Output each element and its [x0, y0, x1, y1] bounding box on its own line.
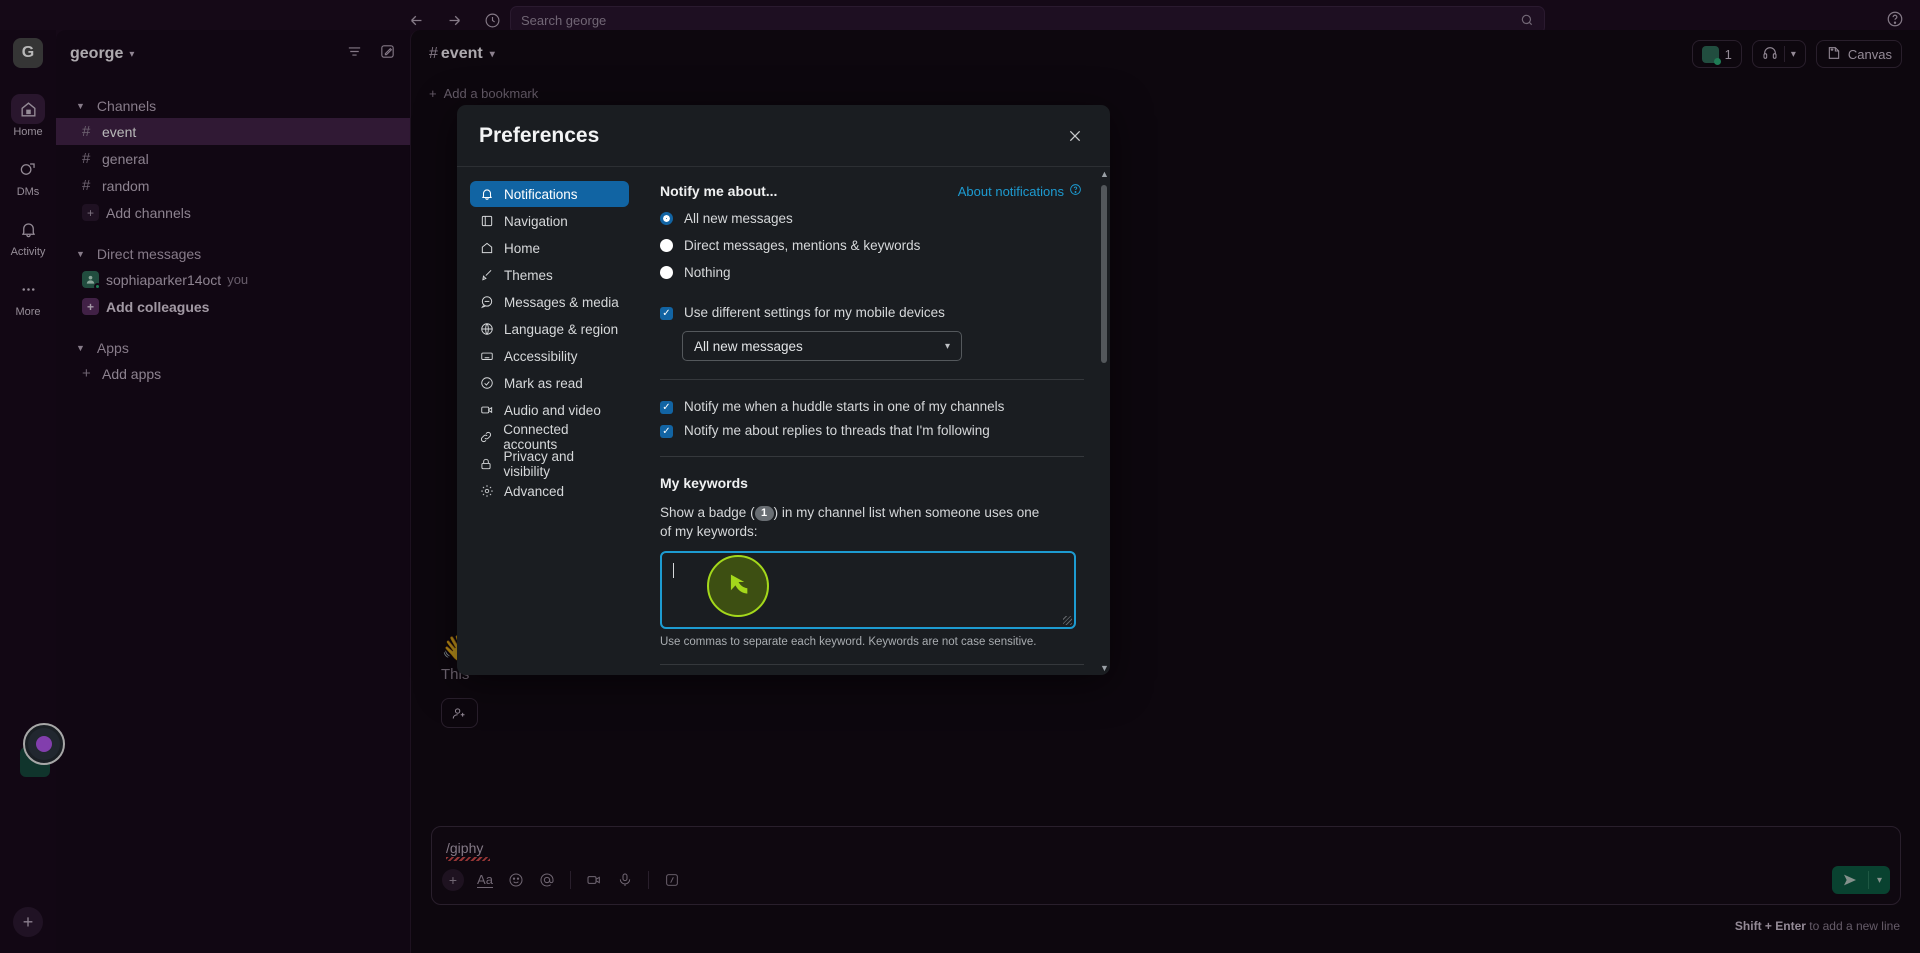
select-value: All new messages	[694, 338, 803, 354]
radio-button	[660, 212, 673, 225]
checkbox-mobile-settings[interactable]: ✓ Use different settings for my mobile d…	[660, 305, 1084, 320]
pref-item-language-region[interactable]: Language & region	[470, 316, 629, 342]
pref-item-label: Themes	[504, 267, 553, 283]
pref-item-label: Language & region	[504, 321, 619, 337]
pref-item-label: Connected accounts	[503, 422, 569, 452]
preferences-nav: Notifications Navigation Home Themes Mes…	[457, 167, 642, 675]
slack-app-window: Search george G Home DMs Activity More +…	[0, 0, 1920, 953]
radio-button	[660, 239, 673, 252]
pref-item-messages-media[interactable]: Messages & media	[470, 289, 629, 315]
pref-item-navigation[interactable]: Navigation	[470, 208, 629, 234]
mobile-notification-select[interactable]: All new messages ▾	[682, 331, 962, 361]
pref-item-audio-video[interactable]: Audio and video	[470, 397, 629, 423]
modal-scrollbar[interactable]: ▲ ▼	[1100, 169, 1109, 673]
pref-item-label: Advanced	[504, 483, 565, 499]
pref-item-privacy-visibility[interactable]: Privacy and visibility	[470, 449, 629, 479]
globe-icon	[479, 322, 494, 337]
pref-item-label: Home	[504, 240, 541, 256]
pref-item-mark-as-read[interactable]: Mark as read	[470, 370, 629, 396]
message-icon	[479, 295, 494, 310]
chevron-down-icon: ▾	[944, 340, 950, 352]
check-circle-icon	[479, 376, 494, 391]
home-icon	[479, 241, 494, 256]
checkbox-thread-replies-notify[interactable]: ✓ Notify me about replies to threads tha…	[660, 423, 1084, 438]
about-notifications-label: About notifications	[957, 183, 1064, 199]
modal-header: Preferences	[457, 105, 1110, 167]
page-title: Preferences	[479, 123, 600, 147]
navigation-icon	[479, 214, 494, 229]
my-keywords-title: My keywords	[660, 475, 748, 491]
radio-label: Direct messages, mentions & keywords	[684, 238, 921, 253]
pref-item-label: Audio and video	[504, 402, 601, 418]
checkmark-icon: ✓	[660, 425, 673, 438]
close-icon[interactable]	[1062, 123, 1088, 149]
checkmark-icon: ✓	[660, 307, 673, 320]
radio-dms-mentions-keywords[interactable]: Direct messages, mentions & keywords	[660, 238, 1084, 253]
caret-down-icon[interactable]: ▼	[1100, 663, 1109, 673]
checkmark-icon: ✓	[660, 401, 673, 414]
my-keywords-description: Show a badge (1) in my channel list when…	[660, 503, 1050, 541]
radio-label: Nothing	[684, 265, 731, 280]
preferences-modal: Preferences Notifications Navigation Hom…	[457, 105, 1110, 675]
caret-up-icon[interactable]: ▲	[1100, 169, 1109, 179]
pref-item-label: Navigation	[504, 213, 568, 229]
pref-item-label: Notifications	[504, 186, 578, 202]
pref-item-connected-accounts[interactable]: Connected accounts	[470, 422, 629, 452]
bell-icon	[479, 187, 494, 202]
checkbox-label: Notify me when a huddle starts in one of…	[684, 399, 1005, 414]
modal-body: Notifications Navigation Home Themes Mes…	[457, 167, 1110, 675]
gear-icon	[479, 484, 494, 499]
radio-nothing[interactable]: Nothing	[660, 265, 1084, 280]
scrollbar-thumb[interactable]	[1101, 185, 1107, 363]
divider	[660, 664, 1084, 665]
about-notifications-link[interactable]: About notifications	[958, 183, 1082, 199]
link-icon	[479, 430, 493, 445]
video-icon	[479, 403, 494, 418]
pref-item-label: Mark as read	[504, 375, 583, 391]
pref-item-label: Accessibility	[504, 348, 578, 364]
question-circle-icon	[1069, 183, 1082, 199]
pref-item-label: Messages & media	[504, 294, 619, 310]
pref-item-notifications[interactable]: Notifications	[470, 181, 629, 207]
resize-handle[interactable]	[1063, 616, 1072, 625]
keywords-desc-before: Show a badge (	[660, 505, 755, 520]
checkbox-huddle-notify[interactable]: ✓ Notify me when a huddle starts in one …	[660, 399, 1084, 414]
keywords-help-text: Use commas to separate each keyword. Key…	[660, 636, 1037, 648]
checkbox-label: Notify me about replies to threads that …	[684, 423, 990, 438]
radio-label: All new messages	[684, 211, 793, 226]
pref-item-themes[interactable]: Themes	[470, 262, 629, 288]
brush-icon	[479, 268, 494, 283]
radio-button	[660, 266, 673, 279]
keyboard-icon	[479, 349, 494, 364]
pref-item-advanced[interactable]: Advanced	[470, 478, 629, 504]
status-badge: 1	[754, 506, 774, 521]
pref-item-home[interactable]: Home	[470, 235, 629, 261]
pref-item-accessibility[interactable]: Accessibility	[470, 343, 629, 369]
text-caret	[673, 563, 674, 578]
radio-all-new-messages[interactable]: All new messages	[660, 211, 1084, 226]
arrow-pointer-icon	[707, 555, 769, 617]
divider	[660, 456, 1084, 457]
checkbox-label: Use different settings for my mobile dev…	[684, 305, 945, 320]
lock-icon	[479, 457, 493, 472]
pref-item-label: Privacy and visibility	[503, 449, 575, 479]
